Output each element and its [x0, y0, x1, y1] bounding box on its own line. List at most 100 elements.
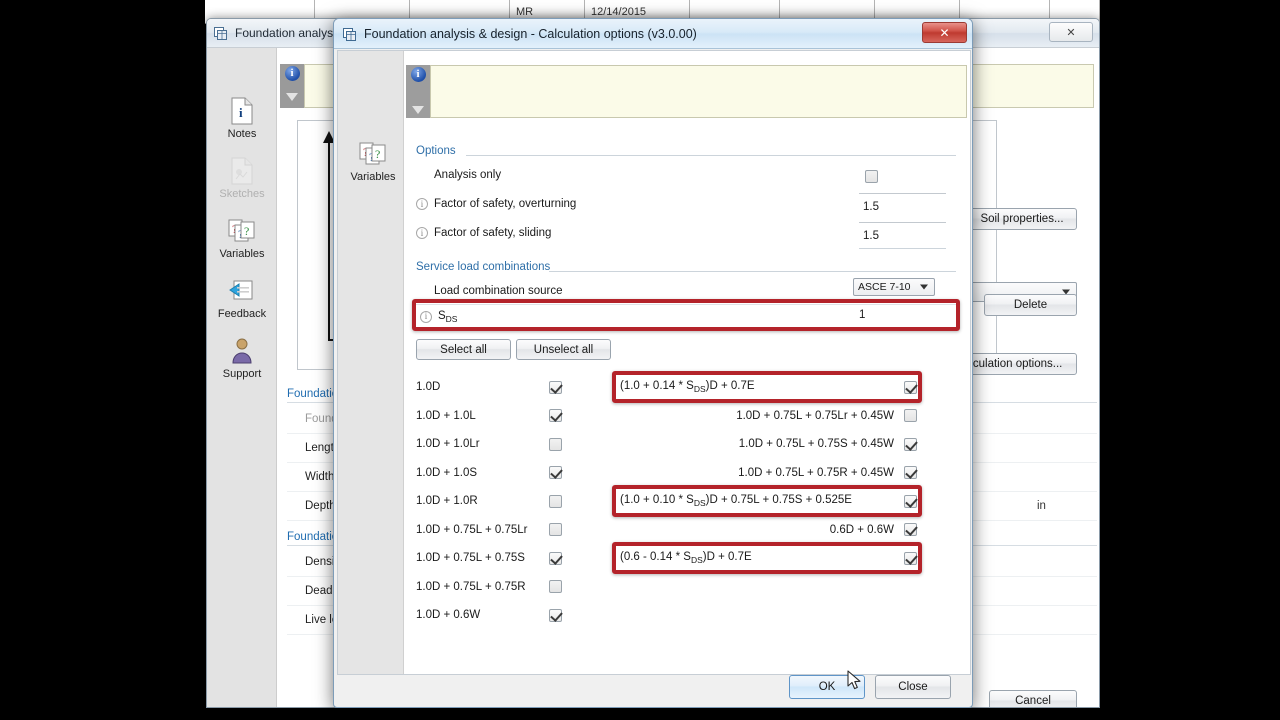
- load-combination-checkbox[interactable]: [549, 380, 562, 394]
- load-combination-label: 1.0D: [416, 381, 441, 393]
- load-combination-label: 1.0D + 0.75L + 0.75R + 0.45W: [738, 466, 894, 479]
- load-combination-checkbox[interactable]: [549, 580, 562, 593]
- load-combination-checkbox[interactable]: [904, 494, 917, 508]
- delete-button[interactable]: Delete: [984, 294, 1077, 316]
- mouse-cursor: [847, 670, 863, 692]
- load-combination-row[interactable]: 1.0D + 0.6W: [416, 604, 596, 626]
- variables-icon: ???: [227, 216, 257, 246]
- load-combination-row[interactable]: 1.0D + 1.0L: [416, 405, 596, 427]
- load-combination-checkbox[interactable]: [549, 551, 562, 565]
- sidebar-item-support[interactable]: Support: [207, 336, 277, 380]
- desktop-left-margin: [0, 0, 205, 720]
- load-combination-source-label: Load combination source: [434, 285, 563, 297]
- sidebar-item-feedback[interactable]: Feedback: [207, 276, 277, 320]
- dialog-titlebar: Foundation analysis & design - Calculati…: [334, 19, 972, 49]
- svg-text:?: ?: [375, 147, 380, 161]
- options-section-rule: [466, 155, 956, 156]
- fos-sliding-input[interactable]: 1.5: [859, 222, 946, 248]
- load-combination-label: 1.0D + 0.75L + 0.75Lr: [416, 523, 528, 536]
- load-combination-row[interactable]: 1.0D + 1.0Lr: [416, 433, 596, 455]
- load-combination-checkbox[interactable]: [549, 466, 562, 479]
- fos-overturning-input[interactable]: 1.5: [859, 193, 946, 219]
- load-combination-row[interactable]: 1.0D + 1.0S: [416, 462, 596, 484]
- load-combination-label: (1.0 + 0.14 * SDS)D + 0.7E: [620, 380, 755, 394]
- options-section-title: Options: [416, 145, 456, 157]
- background-window-close-button[interactable]: ✕: [1049, 22, 1093, 42]
- close-button[interactable]: Close: [875, 675, 951, 699]
- load-combination-row[interactable]: 1.0D: [416, 376, 596, 398]
- load-combination-row[interactable]: 1.0D + 0.75L + 0.75R + 0.45W: [619, 462, 894, 484]
- load-combination-row[interactable]: 1.0D + 0.75L + 0.75Lr: [416, 519, 596, 541]
- load-source-label-row: Load combination source: [434, 285, 563, 297]
- dialog-sidebar-item-variables[interactable]: ??? Variables: [338, 139, 408, 183]
- unselect-all-button[interactable]: Unselect all: [516, 339, 611, 360]
- load-combination-label: 1.0D + 0.75L + 0.75R: [416, 580, 526, 593]
- load-combination-checkbox[interactable]: [549, 523, 562, 536]
- sidebar-item-label: Sketches: [219, 188, 265, 200]
- info-icon[interactable]: i: [416, 198, 428, 210]
- load-combination-label: (0.6 - 0.14 * SDS)D + 0.7E: [620, 551, 752, 565]
- analysis-only-checkbox[interactable]: [865, 170, 878, 183]
- load-combination-checkbox[interactable]: [904, 551, 917, 565]
- dialog-footer: OK Close: [337, 675, 971, 705]
- variables-icon: ???: [358, 139, 388, 169]
- svg-text:i: i: [239, 105, 243, 120]
- load-combination-row[interactable]: 1.0D + 0.75L + 0.75S + 0.45W: [619, 433, 894, 455]
- load-combination-row[interactable]: (1.0 + 0.14 * SDS)D + 0.7E: [620, 376, 895, 398]
- load-combination-label: 1.0D + 0.75L + 0.75S: [416, 552, 525, 564]
- load-combination-source-select[interactable]: ASCE 7-10: [853, 278, 935, 296]
- sds-value[interactable]: 1: [859, 309, 865, 321]
- option-label-fos-sliding: Factor of safety, sliding: [434, 227, 552, 239]
- svg-text:?: ?: [244, 224, 249, 238]
- load-combination-row[interactable]: 1.0D + 0.75L + 0.75Lr + 0.45W: [619, 405, 894, 427]
- sidebar-item-notes[interactable]: i Notes: [207, 96, 277, 140]
- info-icon[interactable]: i: [420, 310, 432, 323]
- select-all-button[interactable]: Select all: [416, 339, 511, 360]
- sds-label: SDS: [438, 309, 458, 324]
- sds-row[interactable]: i SDS: [416, 304, 956, 328]
- background-info-strip[interactable]: i: [280, 64, 304, 108]
- load-combination-checkbox[interactable]: [904, 437, 917, 451]
- dialog-close-button[interactable]: ✕: [922, 22, 967, 43]
- load-combination-checkbox[interactable]: [549, 437, 562, 451]
- option-row-fos-sliding: i Factor of safety, sliding: [416, 227, 551, 239]
- load-combination-checkbox[interactable]: [549, 494, 562, 508]
- background-form-unit: in: [1037, 500, 1046, 512]
- soil-properties-button[interactable]: Soil properties...: [967, 208, 1077, 230]
- calculation-options-dialog: Foundation analysis & design - Calculati…: [333, 18, 973, 708]
- background-cancel-button[interactable]: Cancel: [989, 690, 1077, 707]
- load-combination-row[interactable]: 1.0D + 1.0R: [416, 490, 596, 512]
- sidebar-item-label: Notes: [227, 128, 257, 140]
- load-combination-row[interactable]: (0.6 - 0.14 * SDS)D + 0.7E: [620, 547, 895, 569]
- load-combination-row[interactable]: (1.0 + 0.10 * SDS)D + 0.75L + 0.75S + 0.…: [620, 490, 895, 512]
- close-icon: ✕: [939, 25, 950, 40]
- dialog-sidebar-item-label: Variables: [350, 171, 396, 183]
- sidebar-item-variables[interactable]: ??? Variables: [207, 216, 277, 260]
- service-section-title: Service load combinations: [416, 261, 551, 273]
- close-icon: ✕: [1066, 26, 1076, 39]
- sketches-icon: [227, 156, 257, 186]
- load-combination-row[interactable]: 1.0D + 0.75L + 0.75R: [416, 576, 596, 598]
- chevron-down-icon[interactable]: [286, 93, 298, 101]
- load-combination-label: 1.0D + 1.0Lr: [416, 438, 480, 450]
- load-combination-checkbox[interactable]: [904, 409, 917, 422]
- load-combination-row[interactable]: 1.0D + 0.75L + 0.75S: [416, 547, 596, 569]
- load-combination-checkbox[interactable]: [549, 409, 562, 422]
- dialog-title: Foundation analysis & design - Calculati…: [364, 26, 697, 41]
- dialog-body: ??? Variables i Options Analysis only: [337, 50, 971, 675]
- dialog-sidebar: ??? Variables: [338, 51, 404, 674]
- info-icon[interactable]: i: [416, 227, 428, 239]
- load-combination-checkbox[interactable]: [904, 380, 917, 394]
- background-window-title: Foundation analys: [235, 26, 334, 40]
- load-combination-checkbox[interactable]: [904, 466, 917, 479]
- load-combination-checkbox[interactable]: [904, 523, 917, 536]
- load-combination-label: 1.0D + 0.75L + 0.75S + 0.45W: [738, 438, 894, 450]
- dialog-content: Options Analysis only i Factor of safety…: [404, 51, 972, 674]
- load-combination-label: 1.0D + 1.0R: [416, 495, 478, 507]
- load-combination-checkbox[interactable]: [549, 608, 562, 622]
- option-row-analysis-only: Analysis only: [434, 169, 501, 181]
- screen-root: MR 12/14/2015 Foundation analys ✕ i Notes S…: [0, 0, 1280, 720]
- load-combination-row[interactable]: 0.6D + 0.6W: [619, 519, 894, 541]
- load-combination-label: 1.0D + 0.75L + 0.75Lr + 0.45W: [736, 409, 894, 422]
- option-row-fos-overturning: i Factor of safety, overturning: [416, 198, 576, 210]
